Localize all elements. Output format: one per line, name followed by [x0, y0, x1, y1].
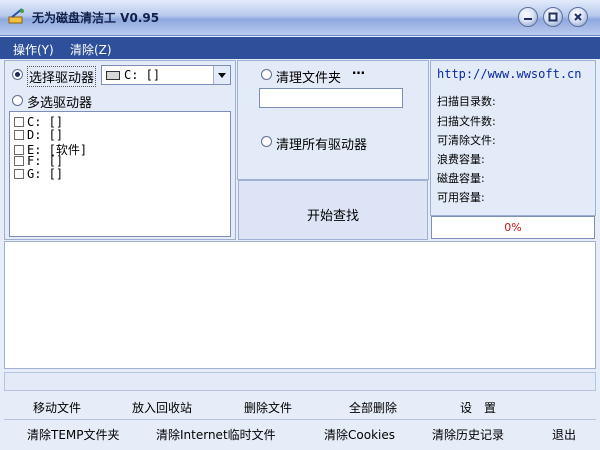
stat-free-space: 可用容量:	[437, 191, 485, 204]
single-drive-radio[interactable]	[12, 69, 23, 80]
website-link[interactable]: http://www.wwsoft.cn	[437, 67, 582, 81]
drive-icon	[106, 71, 120, 80]
chevron-down-icon[interactable]	[213, 66, 230, 84]
action-row-2: 清除TEMP文件夹 清除Internet临时文件 清除Cookies 清除历史记…	[0, 423, 600, 445]
move-files-button[interactable]: 移动文件	[33, 399, 81, 416]
delete-all-button[interactable]: 全部删除	[349, 399, 397, 416]
clean-all-label[interactable]: 清理所有驱动器	[276, 134, 367, 153]
folder-path-input[interactable]	[259, 88, 403, 108]
exit-button[interactable]: 退出	[552, 426, 576, 443]
results-list[interactable]	[4, 241, 596, 369]
start-search-label: 开始查找	[306, 209, 359, 224]
clear-cookies-button[interactable]: 清除Cookies	[324, 426, 395, 443]
list-item[interactable]: C: []	[14, 115, 63, 129]
browse-folder-button[interactable]: …	[352, 63, 365, 78]
drive-combo-value: C: []	[124, 68, 161, 82]
clean-all-radio[interactable]	[261, 136, 272, 147]
single-drive-label[interactable]: 选择驱动器	[27, 66, 97, 87]
clean-folder-radio[interactable]	[261, 69, 272, 80]
broom-icon	[8, 8, 24, 24]
window-title: 无为磁盘清洁工 V0.95	[32, 11, 160, 25]
list-item[interactable]: G: []	[14, 167, 63, 181]
title-bar[interactable]: 无为磁盘清洁工 V0.95	[0, 0, 600, 36]
stat-cleanable-files: 可清除文件:	[437, 134, 496, 147]
stat-scanned-dirs: 扫描目录数:	[437, 95, 496, 108]
drive-checkbox[interactable]	[14, 169, 24, 179]
clear-internet-cache-button[interactable]: 清除Internet临时文件	[156, 426, 276, 443]
clear-temp-button[interactable]: 清除TEMP文件夹	[27, 426, 120, 443]
drive-checkbox[interactable]	[14, 156, 24, 166]
menu-operate[interactable]: 操作(Y)	[13, 41, 54, 58]
list-item[interactable]: F: []	[14, 154, 63, 168]
start-search-button[interactable]: 开始查找	[238, 180, 428, 240]
progress-text: 0%	[504, 221, 522, 234]
close-button[interactable]	[568, 7, 588, 27]
stat-scanned-files: 扫描文件数:	[437, 115, 496, 128]
menu-clear[interactable]: 清除(Z)	[70, 41, 112, 58]
minimize-icon	[524, 18, 532, 20]
multi-drive-radio[interactable]	[12, 95, 23, 106]
row-divider	[4, 419, 596, 420]
drive-checkbox[interactable]	[14, 117, 24, 127]
menu-bar: 操作(Y) 清除(Z)	[0, 37, 600, 59]
action-row-1: 移动文件 放入回收站 删除文件 全部删除 设 置	[0, 396, 600, 418]
drive-combo[interactable]: C: []	[101, 65, 231, 85]
minimize-button[interactable]	[518, 7, 538, 27]
maximize-icon	[548, 12, 558, 22]
drive-checkbox[interactable]	[14, 130, 24, 140]
list-item[interactable]: E: [软件]	[14, 141, 87, 157]
settings-button[interactable]: 设 置	[460, 399, 496, 416]
maximize-button[interactable]	[543, 7, 563, 27]
close-icon	[574, 13, 582, 21]
recycle-bin-button[interactable]: 放入回收站	[132, 399, 192, 416]
progress-bar: 0%	[431, 216, 595, 239]
clean-folder-label[interactable]: 清理文件夹	[276, 67, 341, 86]
stat-wasted-space: 浪费容量:	[437, 153, 485, 166]
drive-list[interactable]: C: [] D: [] E: [软件] F: [] G: []	[9, 111, 231, 237]
status-bar	[4, 372, 596, 391]
stat-disk-capacity: 磁盘容量:	[437, 172, 485, 185]
list-item[interactable]: D: []	[14, 128, 63, 142]
clear-history-button[interactable]: 清除历史记录	[432, 426, 504, 443]
delete-files-button[interactable]: 删除文件	[244, 399, 292, 416]
multi-drive-label[interactable]: 多选驱动器	[27, 92, 92, 111]
